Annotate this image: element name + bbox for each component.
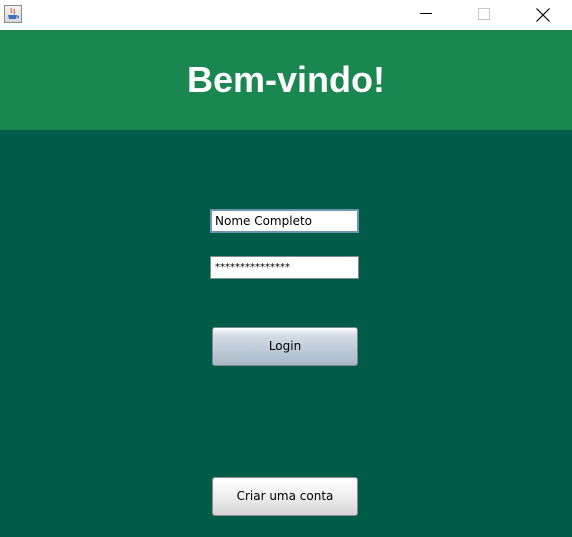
maximize-icon — [478, 8, 490, 20]
header-banner: Bem-vindo! — [0, 30, 572, 130]
minimize-button[interactable] — [398, 0, 454, 30]
login-panel: Login Criar uma conta — [0, 130, 572, 537]
app-window: Bem-vindo! Login Criar uma conta — [0, 0, 572, 537]
close-button[interactable] — [514, 0, 570, 30]
minimize-icon — [420, 13, 432, 14]
login-button[interactable]: Login — [212, 327, 358, 366]
password-field[interactable] — [210, 256, 359, 279]
maximize-button[interactable] — [456, 0, 512, 30]
name-input[interactable] — [210, 209, 359, 233]
page-title: Bem-vindo! — [187, 59, 385, 100]
title-bar[interactable] — [0, 0, 572, 30]
close-icon — [536, 8, 550, 22]
create-account-button[interactable]: Criar uma conta — [212, 477, 358, 516]
java-coffee-icon[interactable] — [4, 5, 22, 23]
